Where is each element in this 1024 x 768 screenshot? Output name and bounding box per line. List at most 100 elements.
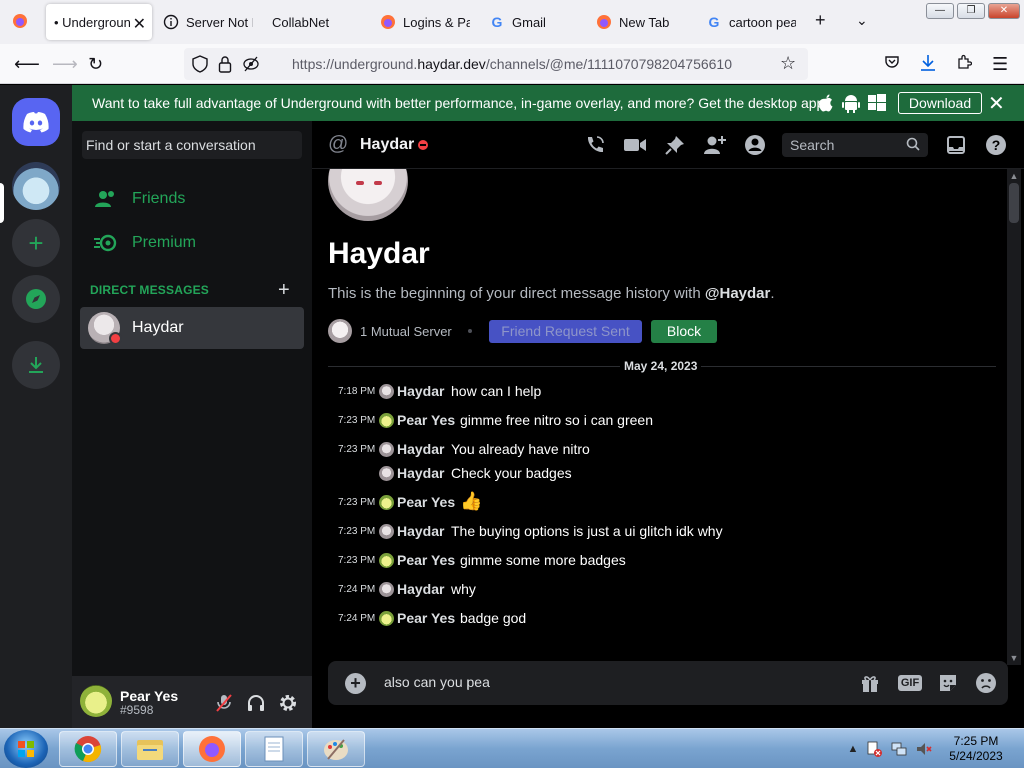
downloads-icon[interactable] (920, 54, 936, 76)
emoji-icon[interactable] (974, 671, 998, 695)
tab-gmail[interactable]: G Gmail (489, 4, 579, 40)
message-row[interactable]: 7:23 PM Haydar The buying options is just … (312, 522, 1012, 542)
voice-call-icon[interactable] (583, 133, 607, 157)
message-row[interactable]: Haydar Check your badges (312, 464, 1012, 484)
inbox-icon[interactable] (944, 133, 968, 157)
action-center-icon[interactable] (866, 741, 882, 757)
tab-server-not-found[interactable]: Server Not F (163, 4, 253, 40)
help-icon[interactable]: ? (984, 133, 1008, 157)
friend-request-sent-button[interactable]: Friend Request Sent (489, 320, 642, 343)
back-icon[interactable]: ⟵ (14, 54, 40, 74)
message-author[interactable]: Haydar (397, 441, 444, 457)
message-input[interactable]: also can you pea (384, 674, 490, 690)
explore-servers-button[interactable] (12, 275, 60, 323)
taskbar-firefox[interactable] (183, 731, 241, 767)
tracking-protection-icon[interactable] (242, 55, 260, 78)
forward-icon[interactable]: ⟶ (52, 54, 78, 74)
scrollbar[interactable]: ▲ ▼ (1007, 169, 1021, 665)
extensions-icon[interactable] (956, 54, 973, 74)
sticker-icon[interactable] (936, 671, 960, 695)
profile-avatar[interactable] (328, 169, 408, 221)
message-avatar[interactable] (379, 466, 394, 481)
message-avatar[interactable] (379, 442, 394, 457)
sidebar-item-premium[interactable]: Premium (80, 222, 304, 264)
message-author[interactable]: Haydar (397, 523, 444, 539)
scroll-up-icon[interactable]: ▲ (1007, 171, 1021, 181)
download-apps-button[interactable] (12, 341, 60, 389)
taskbar-explorer[interactable] (121, 731, 179, 767)
show-hidden-icons-icon[interactable]: ▲ (845, 741, 861, 757)
message-author[interactable]: Haydar (397, 465, 444, 481)
start-button[interactable] (4, 730, 48, 768)
message-row[interactable]: 7:24 PM Haydar why (312, 580, 1012, 600)
gif-icon[interactable]: GIF (897, 671, 923, 695)
pinned-messages-icon[interactable] (663, 133, 687, 157)
close-notice-icon[interactable]: ✕ (988, 91, 1005, 116)
bookmark-star-icon[interactable]: ☆ (780, 53, 796, 74)
taskbar-chrome[interactable] (59, 731, 117, 767)
message-row[interactable]: 7:24 PM Pear Yes badge god (312, 609, 1012, 629)
message-author[interactable]: Haydar (397, 383, 444, 399)
channel-name[interactable]: Haydar (360, 136, 414, 154)
close-window-button[interactable]: ✕ (988, 3, 1020, 19)
add-friends-to-dm-icon[interactable] (703, 133, 727, 157)
user-profile-icon[interactable] (743, 133, 767, 157)
lock-icon[interactable] (218, 55, 232, 78)
message-row[interactable]: 7:18 PM Haydar how can I help (312, 382, 1012, 402)
taskbar-paint[interactable] (307, 731, 365, 767)
settings-gear-icon[interactable] (277, 692, 299, 714)
message-avatar[interactable] (379, 582, 394, 597)
dm-item-haydar[interactable]: Haydar (80, 307, 304, 349)
user-avatar[interactable] (80, 685, 112, 717)
address-bar[interactable]: https://underground.haydar.dev/channels/… (184, 48, 808, 80)
taskbar-notepad[interactable] (245, 731, 303, 767)
headphones-icon[interactable] (245, 692, 267, 714)
server-icon-anime[interactable] (12, 162, 60, 210)
message-avatar[interactable] (379, 524, 394, 539)
intro-mention[interactable]: @Haydar (705, 285, 771, 302)
message-avatar[interactable] (379, 553, 394, 568)
message-author[interactable]: Pear Yes (397, 610, 455, 626)
mutual-servers[interactable]: 1 Mutual Server (328, 319, 488, 343)
tab-collabnet[interactable]: CollabNet (272, 4, 362, 40)
new-tab-icon[interactable]: + (815, 10, 826, 31)
tab-new-tab[interactable]: New Tab (596, 4, 686, 40)
message-author[interactable]: Pear Yes (397, 552, 455, 568)
video-call-icon[interactable] (623, 133, 647, 157)
minimize-window-button[interactable]: — (926, 3, 954, 19)
tab-logins[interactable]: Logins & Pa (380, 4, 470, 40)
firefox-menu-icon[interactable] (12, 13, 28, 34)
close-tab-icon[interactable]: ✕ (133, 14, 146, 34)
scroll-down-icon[interactable]: ▼ (1007, 653, 1021, 663)
volume-muted-icon[interactable] (916, 741, 932, 757)
list-tabs-icon[interactable]: ⌄ (856, 12, 868, 29)
tab-underground[interactable]: • Undergroun ✕ (46, 4, 152, 40)
upload-plus-icon[interactable]: + (345, 673, 366, 694)
message-avatar[interactable] (379, 495, 394, 510)
message-author[interactable]: Haydar (397, 581, 444, 597)
add-server-button[interactable]: + (12, 219, 60, 267)
message-composer[interactable]: + also can you pea I GIF (328, 661, 1008, 705)
gift-icon[interactable] (858, 671, 882, 695)
url-text[interactable]: https://underground.haydar.dev/channels/… (292, 56, 732, 72)
pocket-icon[interactable] (884, 54, 900, 74)
message-row[interactable]: 7:23 PM Haydar You already have nitro (312, 440, 1012, 460)
message-author[interactable]: Pear Yes (397, 412, 455, 428)
message-avatar[interactable] (379, 611, 394, 626)
create-dm-icon[interactable]: + (278, 279, 290, 302)
shield-icon[interactable] (192, 55, 208, 78)
taskbar-clock[interactable]: 7:25 PM 5/24/2023 (942, 734, 1010, 764)
block-button[interactable]: Block (651, 320, 717, 343)
hamburger-menu-icon[interactable]: ☰ (992, 54, 1008, 74)
sidebar-item-friends[interactable]: Friends (80, 178, 304, 220)
scrollbar-thumb[interactable] (1009, 183, 1019, 223)
message-author[interactable]: Pear Yes (397, 494, 455, 510)
message-avatar[interactable] (379, 413, 394, 428)
restore-window-button[interactable]: ❐ (957, 3, 985, 19)
message-row[interactable]: 7:23 PM Pear Yes gimme free nitro so i can… (312, 411, 1012, 431)
reload-icon[interactable]: ↻ (88, 54, 103, 74)
find-conversation-input[interactable]: Find or start a conversation (82, 131, 302, 159)
mute-mic-icon[interactable] (213, 692, 235, 714)
tab-cartoon-pear[interactable]: G cartoon pea (706, 4, 796, 40)
message-row[interactable]: 7:23 PM Pear Yes 👍 (312, 491, 1012, 513)
